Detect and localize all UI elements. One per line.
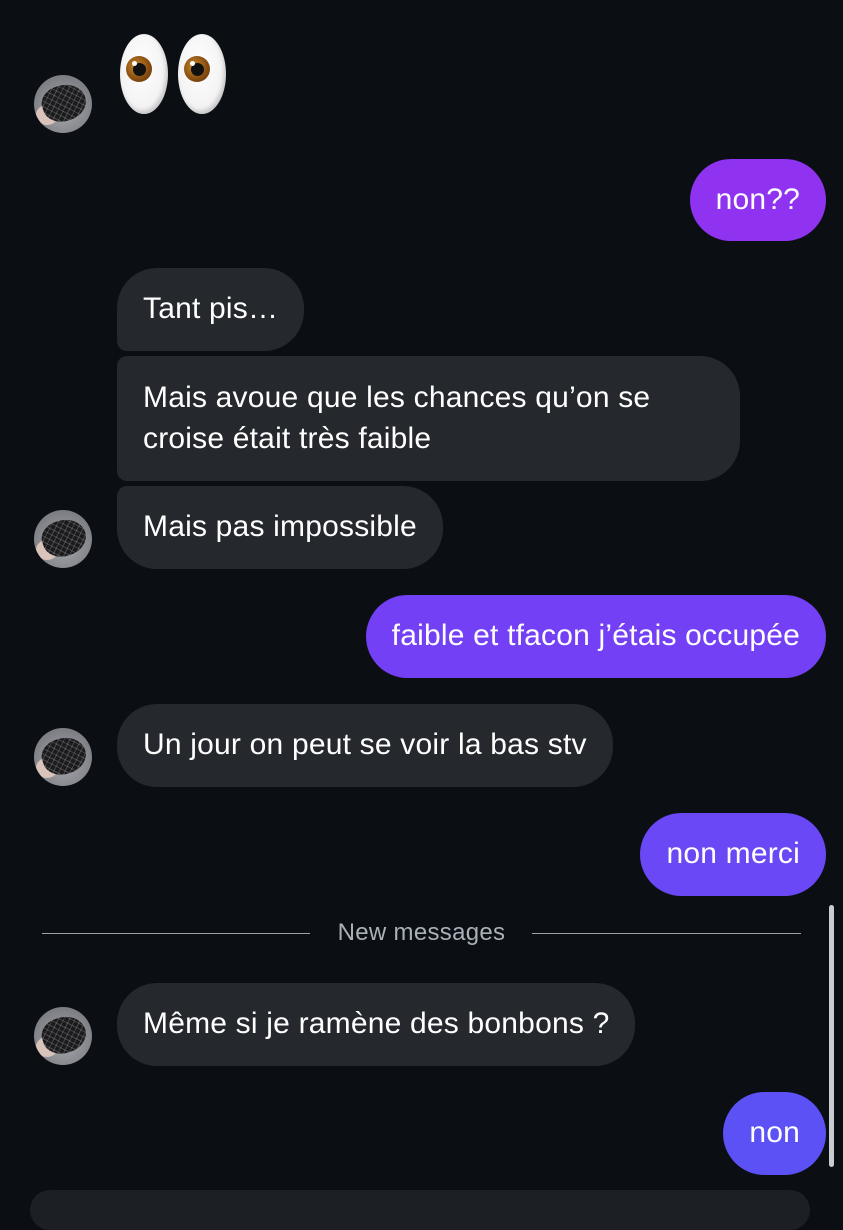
scrollbar-thumb[interactable] [829,905,834,1167]
received-message[interactable]: Un jour on peut se voir la bas stv [117,704,613,787]
message-text: Un jour on peut se voir la bas stv [143,728,587,761]
message-text: Mais pas impossible [143,510,417,543]
message-composer[interactable] [30,1190,810,1230]
contact-avatar[interactable] [34,75,92,133]
message-text: faible et tfacon j’étais occupée [391,619,800,652]
sent-message[interactable]: faible et tfacon j’étais occupée [365,595,826,678]
eye-iris [184,56,210,82]
message-text: Même si je ramène des bonbons ? [143,1007,610,1040]
new-messages-label: New messages [337,919,506,946]
received-message[interactable]: Mais pas impossible [117,486,443,569]
chat-thread[interactable]: non?? Tant pis… Mais avoue que les chanc… [0,0,843,1230]
message-text: non merci [666,837,800,870]
contact-avatar[interactable] [34,728,92,786]
message-text-line: Mais avoue que les chances qu’on se [143,381,651,414]
eye-shine [190,61,195,66]
sent-message[interactable]: non?? [689,159,826,241]
contact-avatar[interactable] [34,1007,92,1065]
received-message[interactable]: Même si je ramène des bonbons ? [117,983,636,1066]
sent-message[interactable]: non [723,1092,826,1175]
message-text: Tant pis… [143,292,279,325]
eye-right [178,34,226,114]
sent-message[interactable]: non merci [640,813,826,896]
eye-iris [126,56,152,82]
received-message[interactable]: Mais avoue que les chances qu’on se croi… [117,356,740,481]
message-text: non [749,1116,800,1149]
message-text: non?? [715,183,800,216]
message-text-line: croise était très faible [143,422,432,455]
eye-left [120,34,168,114]
received-message[interactable]: Tant pis… [117,268,305,351]
eyes-emoji-icon[interactable] [120,34,230,118]
contact-avatar[interactable] [34,510,92,568]
eye-shine [132,61,137,66]
